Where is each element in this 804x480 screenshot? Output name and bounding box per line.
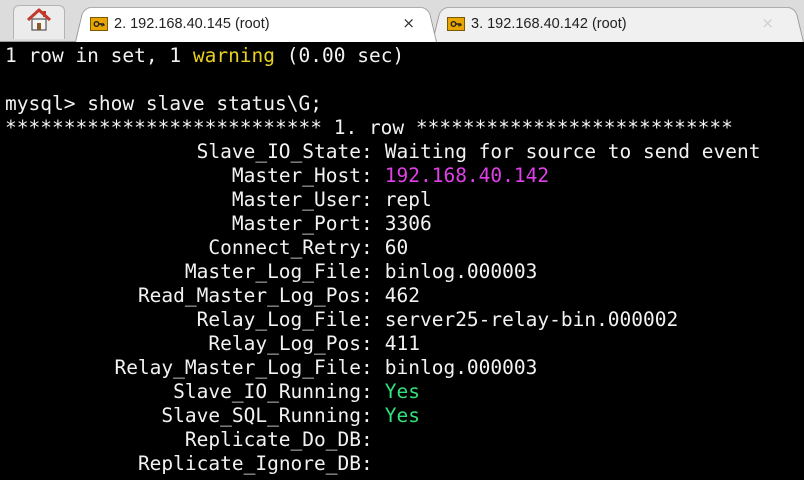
- field-separator: :: [361, 260, 373, 283]
- field-value: Yes: [384, 380, 420, 403]
- field-value: binlog.000003: [384, 356, 538, 379]
- status-field-row: Master_Log_File: binlog.000003: [5, 260, 804, 284]
- terminal-output[interactable]: 1 row in set, 1 warning (0.00 sec) mysql…: [0, 44, 804, 480]
- field-separator: :: [361, 164, 373, 187]
- status-field-row: Master_User: repl: [5, 188, 804, 212]
- field-key: Replicate_Ignore_DB: [137, 452, 361, 475]
- status-field-row: Connect_Retry:60: [5, 236, 804, 260]
- field-separator: :: [361, 356, 373, 379]
- field-value: [373, 428, 385, 452]
- status-field-row: Slave_SQL_Running: Yes: [5, 404, 804, 428]
- field-separator: :: [361, 140, 373, 163]
- tab-label: 3. 192.168.40.142 (root): [471, 15, 627, 32]
- field-key: Slave_IO_Running: [173, 380, 361, 403]
- row-header: *************************** 1. row *****…: [5, 116, 733, 139]
- field-key: Read_Master_Log_Pos: [137, 284, 361, 307]
- field-separator: :: [361, 188, 373, 211]
- home-icon: [26, 8, 52, 37]
- close-icon[interactable]: ×: [761, 14, 774, 32]
- field-separator: :: [361, 404, 373, 427]
- status-field-row: Relay_Log_Pos:411: [5, 332, 804, 356]
- tab-bar: 2. 192.168.40.145 (root) × 3. 192.168.40…: [0, 0, 804, 43]
- field-separator: :: [361, 380, 373, 403]
- field-key: Relay_Log_Pos: [208, 332, 361, 355]
- field-separator: :: [361, 452, 373, 475]
- field-separator: :: [361, 428, 373, 451]
- field-separator: :: [361, 236, 373, 259]
- field-key: Slave_IO_State: [196, 140, 361, 163]
- status-field-row: Replicate_Do_DB:: [5, 428, 804, 452]
- status-field-row: Relay_Master_Log_File: binlog.000003: [5, 356, 804, 380]
- field-value: 3306: [384, 212, 432, 235]
- summary-suffix: (0.00 sec): [275, 44, 405, 67]
- tab-label: 2. 192.168.40.145 (root): [114, 15, 270, 32]
- field-key: Relay_Log_File: [196, 308, 361, 331]
- tab-session-142[interactable]: 3. 192.168.40.142 (root) ×: [432, 5, 804, 43]
- field-key: Master_Log_File: [184, 260, 361, 283]
- status-field-row: Relay_Log_File: server25-relay-bin.000002: [5, 308, 804, 332]
- field-value: Yes: [384, 404, 420, 427]
- field-separator: :: [361, 332, 373, 355]
- key-icon: [447, 16, 465, 31]
- field-value: Waiting for source to send event: [384, 140, 761, 163]
- field-value: 60: [384, 236, 409, 259]
- status-field-row: Slave_IO_Running: Yes: [5, 380, 804, 404]
- command-text: show slave status\G;: [87, 92, 322, 115]
- command-line: mysql> show slave status\G;: [5, 92, 804, 116]
- field-key: Connect_Retry: [208, 236, 361, 259]
- field-value: [373, 452, 385, 476]
- query-summary-line: 1 row in set, 1 warning (0.00 sec): [5, 44, 804, 68]
- status-field-row: Master_Port:3306: [5, 212, 804, 236]
- terminal-window: 2. 192.168.40.145 (root) × 3. 192.168.40…: [0, 0, 804, 480]
- field-separator: :: [361, 284, 373, 307]
- field-value: repl: [384, 188, 432, 211]
- field-key: Master_Port: [231, 212, 361, 235]
- field-value: 192.168.40.142: [384, 164, 550, 187]
- status-field-row: Master_Host:192.168.40.142: [5, 164, 804, 188]
- field-separator: :: [361, 308, 373, 331]
- field-key: Replicate_Do_DB: [184, 428, 361, 451]
- field-key: Relay_Master_Log_File: [114, 356, 361, 379]
- field-key: Master_Host: [231, 164, 361, 187]
- field-key: Master_User: [231, 188, 361, 211]
- summary-prefix: 1 row in set, 1: [5, 44, 193, 67]
- tab-session-145[interactable]: 2. 192.168.40.145 (root) ×: [75, 5, 437, 43]
- field-value: 462: [384, 284, 420, 307]
- close-icon[interactable]: ×: [402, 14, 415, 32]
- mysql-prompt: mysql>: [5, 92, 88, 115]
- field-value: server25-relay-bin.000002: [384, 308, 679, 331]
- home-tab-button[interactable]: [13, 5, 65, 39]
- status-field-row: Read_Master_Log_Pos:462: [5, 284, 804, 308]
- warning-word: warning: [192, 44, 276, 67]
- field-value: binlog.000003: [384, 260, 538, 283]
- field-separator: :: [361, 212, 373, 235]
- field-value: 411: [384, 332, 420, 355]
- status-field-row: Slave_IO_State: Waiting for source to sen…: [5, 140, 804, 164]
- field-key: Slave_SQL_Running: [161, 404, 361, 427]
- key-icon: [90, 16, 108, 31]
- status-field-row: Replicate_Ignore_DB:: [5, 452, 804, 476]
- status-fields: Slave_IO_State: Waiting for source to sen…: [5, 140, 804, 476]
